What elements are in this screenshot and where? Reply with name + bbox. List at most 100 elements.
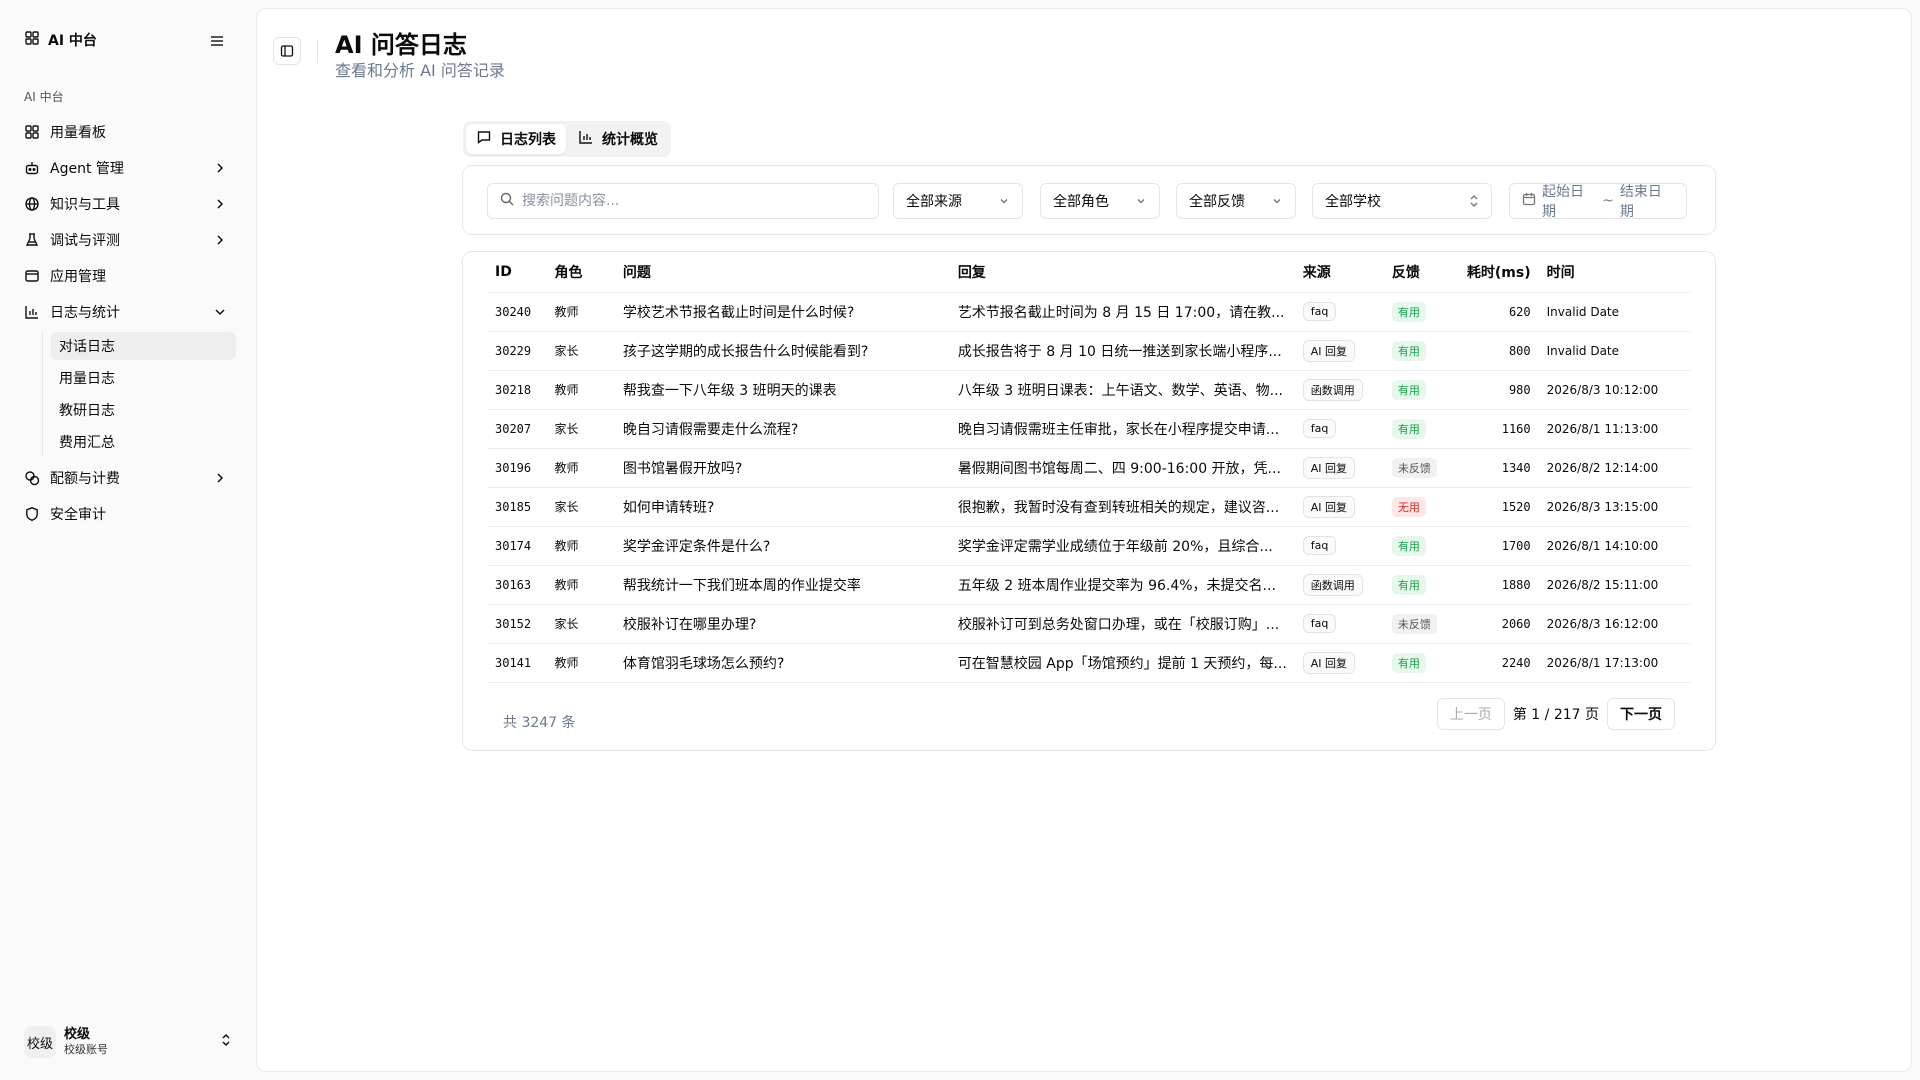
cell-question: 奖学金评定条件是什么? bbox=[614, 526, 950, 566]
cell-id: 30174 bbox=[487, 526, 547, 566]
cell-duration: 800 bbox=[1458, 331, 1539, 371]
calendar-icon bbox=[1522, 192, 1536, 210]
table-row[interactable]: 30141 教师 体育馆羽毛球场怎么预约? 可在智慧校园 App「场馆预约」提前 1 … bbox=[487, 643, 1691, 683]
cell-question: 校服补订在哪里办理? bbox=[614, 604, 950, 644]
table-row[interactable]: 30229 家长 孩子这学期的成长报告什么时候能看到? 成长报告将于 8 月 10 日… bbox=[487, 331, 1691, 371]
cell-duration: 1880 bbox=[1458, 565, 1539, 605]
sidebar-item-label: 调试与评测 bbox=[50, 233, 120, 249]
cell-id: 30185 bbox=[487, 487, 547, 527]
sidebar-item-debug[interactable]: 调试与评测 bbox=[16, 222, 236, 258]
sidebar-item-knowledge[interactable]: 知识与工具 bbox=[16, 186, 236, 222]
source-badge: faq bbox=[1302, 419, 1337, 438]
cell-feedback: 未反馈 bbox=[1383, 604, 1459, 644]
date-separator: ~ bbox=[1602, 193, 1614, 209]
cell-source: AI 回复 bbox=[1294, 487, 1384, 527]
bot-icon bbox=[24, 160, 40, 176]
tab-stats-overview[interactable]: 统计概览 bbox=[568, 124, 668, 154]
log-table: ID 角色 问题 回复 来源 反馈 耗时(ms) 时间 30240 教师 学校艺术节… bbox=[487, 252, 1691, 683]
chevrons-up-down-icon bbox=[1469, 194, 1479, 208]
cell-role: 教师 bbox=[546, 292, 615, 332]
cell-role: 教师 bbox=[546, 565, 615, 605]
table-row[interactable]: 30163 教师 帮我统计一下我们班本周的作业提交率 五年级 2 班本周作业提交率为 … bbox=[487, 565, 1691, 605]
sidebar-toggle-icon[interactable] bbox=[273, 37, 301, 65]
menu-icon[interactable] bbox=[206, 30, 228, 52]
feedback-badge: 有用 bbox=[1391, 574, 1426, 595]
cell-duration: 980 bbox=[1458, 370, 1539, 410]
cell-time: 2026/8/1 17:13:00 bbox=[1538, 643, 1691, 683]
main-panel: AI 问答日志 查看和分析 AI 问答记录 日志列表 统计概览 全部来源 全部角… bbox=[256, 8, 1912, 1072]
chevron-right-icon bbox=[212, 232, 228, 248]
user-menu[interactable]: 校级 校级 校级账号 bbox=[16, 1018, 240, 1066]
sidebar-item-label: 配额与计费 bbox=[50, 471, 120, 487]
prev-page-button[interactable]: 上一页 bbox=[1436, 698, 1505, 730]
cell-source: faq bbox=[1294, 292, 1384, 332]
chevron-down-icon bbox=[1135, 195, 1147, 207]
search-input[interactable] bbox=[522, 193, 822, 209]
chevron-right-icon bbox=[212, 160, 228, 176]
cell-feedback: 未反馈 bbox=[1383, 448, 1459, 488]
sidebar-item-usage-board[interactable]: 用量看板 bbox=[16, 114, 236, 150]
sidebar-subitem-usage-log[interactable]: 用量日志 bbox=[51, 364, 236, 392]
cell-answer: 奖学金评定需学业成绩位于年级前 20%，且综合... bbox=[949, 526, 1295, 566]
source-select[interactable]: 全部来源 bbox=[893, 183, 1023, 219]
school-select[interactable]: 全部学校 bbox=[1312, 183, 1492, 219]
sidebar-item-security[interactable]: 安全审计 bbox=[16, 496, 236, 532]
sidebar-item-logs[interactable]: 日志与统计 bbox=[16, 294, 236, 330]
cell-duration: 1340 bbox=[1458, 448, 1539, 488]
sidebar-item-apps[interactable]: 应用管理 bbox=[16, 258, 236, 294]
search-field[interactable] bbox=[487, 183, 879, 219]
user-role: 校级账号 bbox=[64, 1043, 108, 1056]
tab-log-list[interactable]: 日志列表 bbox=[466, 124, 566, 154]
cell-time: 2026/8/3 16:12:00 bbox=[1538, 604, 1691, 644]
cell-role: 家长 bbox=[546, 409, 615, 449]
sidebar-item-label: 日志与统计 bbox=[50, 305, 120, 321]
cell-id: 30196 bbox=[487, 448, 547, 488]
role-select[interactable]: 全部角色 bbox=[1040, 183, 1160, 219]
bar-chart-icon bbox=[24, 304, 40, 320]
cell-duration: 2060 bbox=[1458, 604, 1539, 644]
table-row[interactable]: 30152 家长 校服补订在哪里办理? 校服补订可到总务处窗口办理，或在「校服订购」.… bbox=[487, 604, 1691, 644]
cell-source: faq bbox=[1294, 604, 1384, 644]
cell-feedback: 有用 bbox=[1383, 292, 1459, 332]
source-badge: AI 回复 bbox=[1302, 651, 1356, 674]
cell-id: 30218 bbox=[487, 370, 547, 410]
cell-duration: 1160 bbox=[1458, 409, 1539, 449]
date-range-picker[interactable]: 起始日期 ~ 结束日期 bbox=[1509, 183, 1687, 220]
feedback-select[interactable]: 全部反馈 bbox=[1176, 183, 1296, 219]
table-row[interactable]: 30218 教师 帮我查一下八年级 3 班明天的课表 八年级 3 班明日课表：上午语文… bbox=[487, 370, 1691, 410]
chevron-right-icon bbox=[212, 196, 228, 212]
table-row[interactable]: 30185 家长 如何申请转班? 很抱歉，我暂时没有查到转班相关的规定，建议咨... A… bbox=[487, 487, 1691, 527]
column-header-feedback: 反馈 bbox=[1383, 252, 1459, 293]
page-info: 第 1 / 217 页 bbox=[1512, 707, 1599, 723]
cell-role: 家长 bbox=[546, 487, 615, 527]
table-row[interactable]: 30196 教师 图书馆暑假开放吗? 暑假期间图书馆每周二、四 9:00-16:00 … bbox=[487, 448, 1691, 488]
table-row[interactable]: 30240 教师 学校艺术节报名截止时间是什么时候? 艺术节报名截止时间为 8 月 1… bbox=[487, 292, 1691, 332]
table-row[interactable]: 30207 家长 晚自习请假需要走什么流程? 晚自习请假需班主任审批，家长在小程序提交… bbox=[487, 409, 1691, 449]
feedback-badge: 未反馈 bbox=[1391, 613, 1437, 634]
filter-bar: 全部来源 全部角色 全部反馈 全部学校 起始日期 ~ 结束日期 bbox=[462, 165, 1716, 235]
sidebar-item-agent[interactable]: Agent 管理 bbox=[16, 150, 236, 186]
chevron-down-icon bbox=[212, 304, 228, 320]
tab-label: 日志列表 bbox=[500, 132, 556, 148]
sidebar-subitem-chat-log[interactable]: 对话日志 bbox=[51, 332, 236, 360]
source-badge: AI 回复 bbox=[1302, 495, 1356, 518]
source-badge: faq bbox=[1302, 614, 1337, 633]
next-page-button[interactable]: 下一页 bbox=[1607, 698, 1675, 730]
sidebar-item-quota[interactable]: 配额与计费 bbox=[16, 460, 236, 496]
tab-label: 统计概览 bbox=[602, 132, 658, 148]
header-divider bbox=[317, 39, 318, 63]
cell-question: 图书馆暑假开放吗? bbox=[614, 448, 950, 488]
source-badge: AI 回复 bbox=[1302, 456, 1356, 479]
sidebar-subitem-research-log[interactable]: 教研日志 bbox=[51, 396, 236, 424]
window-icon bbox=[24, 268, 40, 284]
source-badge: 函数调用 bbox=[1302, 378, 1363, 401]
column-header-time: 时间 bbox=[1538, 252, 1691, 293]
table-row[interactable]: 30174 教师 奖学金评定条件是什么? 奖学金评定需学业成绩位于年级前 20%，且综… bbox=[487, 526, 1691, 566]
brand[interactable]: AI 中台 bbox=[24, 30, 97, 50]
feedback-badge: 有用 bbox=[1391, 418, 1426, 439]
cell-answer: 五年级 2 班本周作业提交率为 96.4%，未提交名... bbox=[949, 565, 1295, 605]
sidebar-subitem-cost-summary[interactable]: 费用汇总 bbox=[51, 428, 236, 456]
cell-feedback: 无用 bbox=[1383, 487, 1459, 527]
sidebar-item-label: Agent 管理 bbox=[50, 161, 124, 177]
coins-icon bbox=[24, 470, 40, 486]
